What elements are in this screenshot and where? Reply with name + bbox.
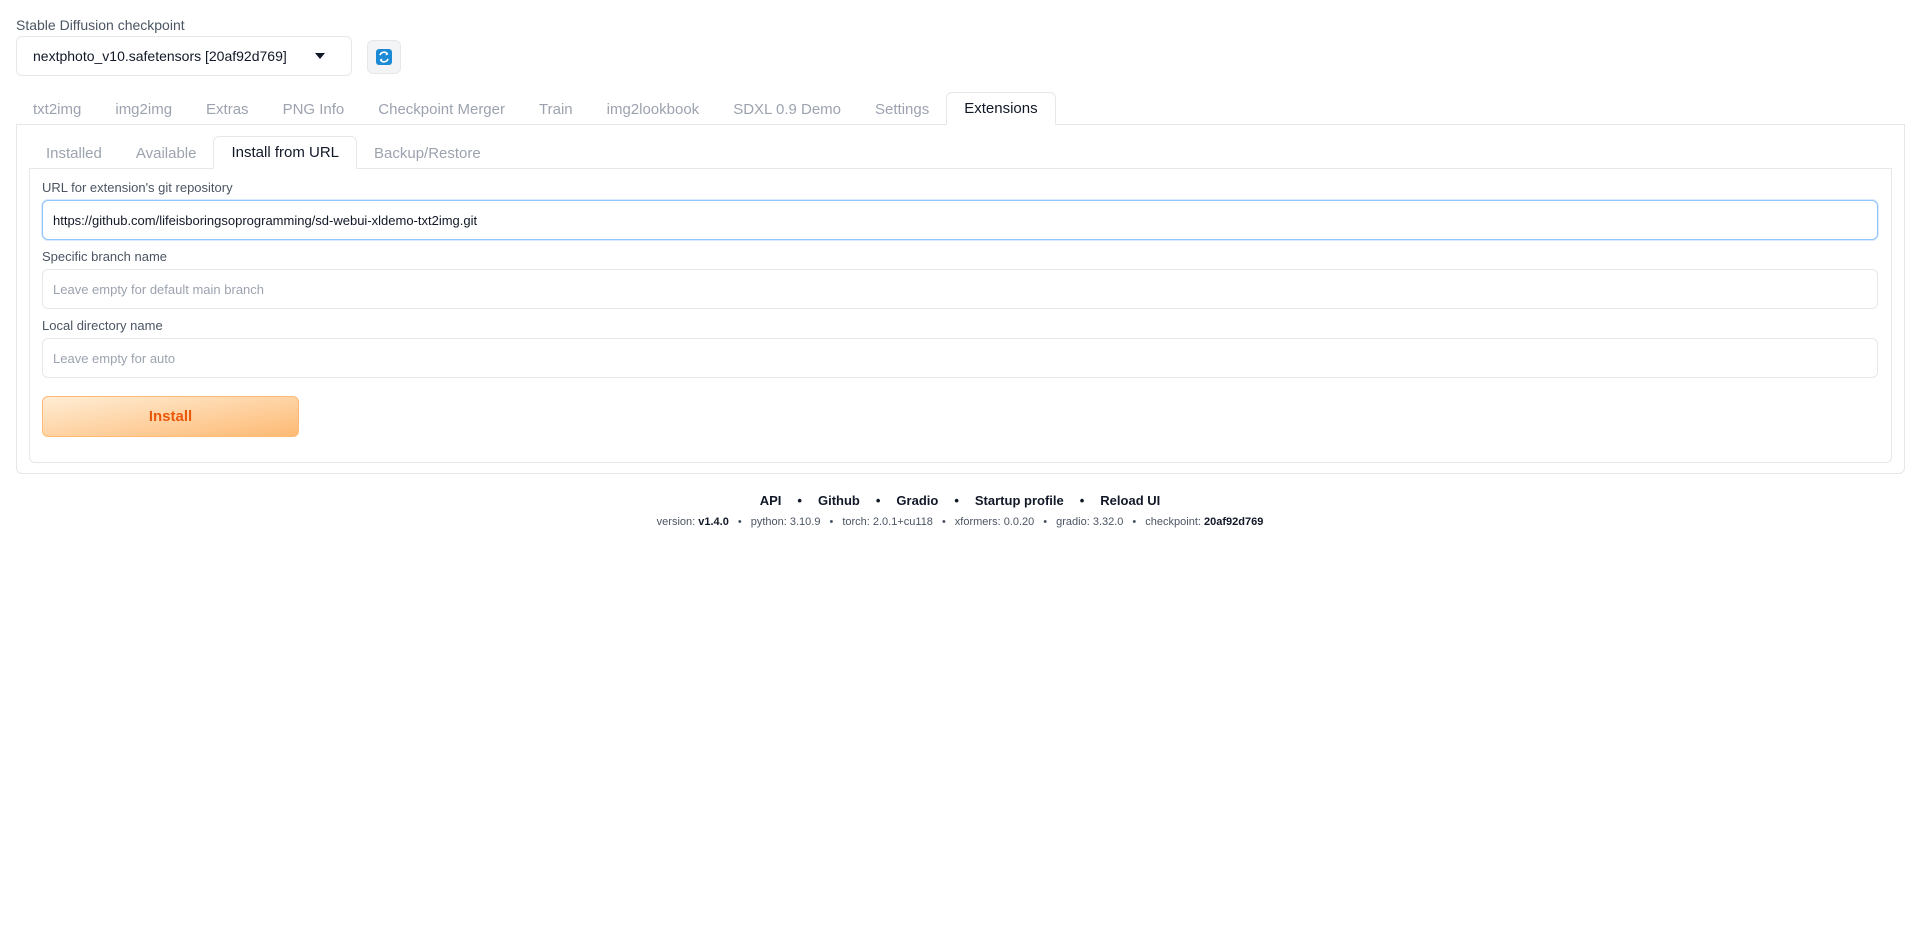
subtab-available[interactable]: Available	[119, 137, 214, 169]
branch-input[interactable]	[42, 269, 1878, 309]
checkpoint-dropdown[interactable]: nextphoto_v10.safetensors [20af92d769]	[16, 36, 352, 76]
footer-link-github[interactable]: Github	[818, 493, 860, 508]
tab-img2lookbook[interactable]: img2lookbook	[590, 93, 717, 125]
torch-version: torch: 2.0.1+cu118	[842, 516, 933, 528]
gradio-version: gradio: 3.32.0	[1056, 516, 1124, 528]
footer-separator: •	[1043, 516, 1048, 528]
footer-link-reload-ui[interactable]: Reload UI	[1100, 493, 1160, 508]
footer-link-startup-profile[interactable]: Startup profile	[975, 493, 1064, 508]
python-version: python: 3.10.9	[750, 516, 821, 528]
version-label: version:	[656, 516, 696, 528]
tab-train[interactable]: Train	[522, 93, 590, 125]
tab-checkpoint-merger[interactable]: Checkpoint Merger	[361, 93, 522, 125]
xformers-version: xformers: 0.0.20	[954, 516, 1035, 528]
url-input[interactable]	[42, 200, 1878, 240]
footer-separator: •	[875, 493, 881, 508]
tab-sdxl-demo[interactable]: SDXL 0.9 Demo	[716, 93, 858, 125]
branch-field-label: Specific branch name	[42, 249, 168, 264]
footer-separator: •	[954, 493, 959, 508]
page: Stable Diffusion checkpoint nextphoto_v1…	[0, 0, 1920, 943]
main-tabs: txt2img img2img Extras PNG Info Checkpoi…	[16, 92, 1056, 125]
refresh-icon	[376, 49, 392, 65]
directory-field-label: Local directory name	[42, 318, 163, 333]
tab-img2img[interactable]: img2img	[98, 93, 189, 125]
footer-link-api[interactable]: API	[760, 493, 782, 508]
tab-extras[interactable]: Extras	[189, 93, 266, 125]
subtab-installed[interactable]: Installed	[29, 137, 119, 169]
footer-version-info: version: v1.4.0 • python: 3.10.9 • torch…	[0, 516, 1920, 528]
extension-sub-tabs: Installed Available Install from URL Bac…	[29, 136, 498, 169]
checkpoint-label: Stable Diffusion checkpoint	[16, 17, 185, 33]
checkpoint-hash: 20af92d769	[1204, 516, 1264, 528]
subtab-backup-restore[interactable]: Backup/Restore	[357, 137, 498, 169]
footer-separator: •	[1132, 516, 1137, 528]
directory-input[interactable]	[42, 338, 1878, 378]
tab-txt2img[interactable]: txt2img	[16, 93, 98, 125]
footer-separator: •	[797, 493, 802, 508]
footer-separator: •	[737, 516, 742, 528]
tab-png-info[interactable]: PNG Info	[266, 93, 362, 125]
tab-extensions[interactable]: Extensions	[946, 92, 1056, 125]
footer-separator: •	[829, 516, 834, 528]
tab-settings[interactable]: Settings	[858, 93, 946, 125]
url-field-label: URL for extension's git repository	[42, 180, 233, 195]
subtab-install-from-url[interactable]: Install from URL	[213, 136, 358, 169]
footer-links: API • Github • Gradio • Startup profile …	[0, 493, 1920, 508]
checkpoint-selected-value: nextphoto_v10.safetensors [20af92d769]	[33, 48, 287, 64]
footer-link-gradio[interactable]: Gradio	[896, 493, 938, 508]
version-value: v1.4.0	[698, 516, 729, 528]
footer-separator: •	[941, 516, 946, 528]
refresh-checkpoint-button[interactable]	[367, 40, 401, 74]
install-button[interactable]: Install	[42, 396, 299, 437]
caret-down-icon	[315, 53, 325, 59]
checkpoint-label: checkpoint:	[1145, 516, 1201, 528]
footer-separator: •	[1079, 493, 1085, 508]
